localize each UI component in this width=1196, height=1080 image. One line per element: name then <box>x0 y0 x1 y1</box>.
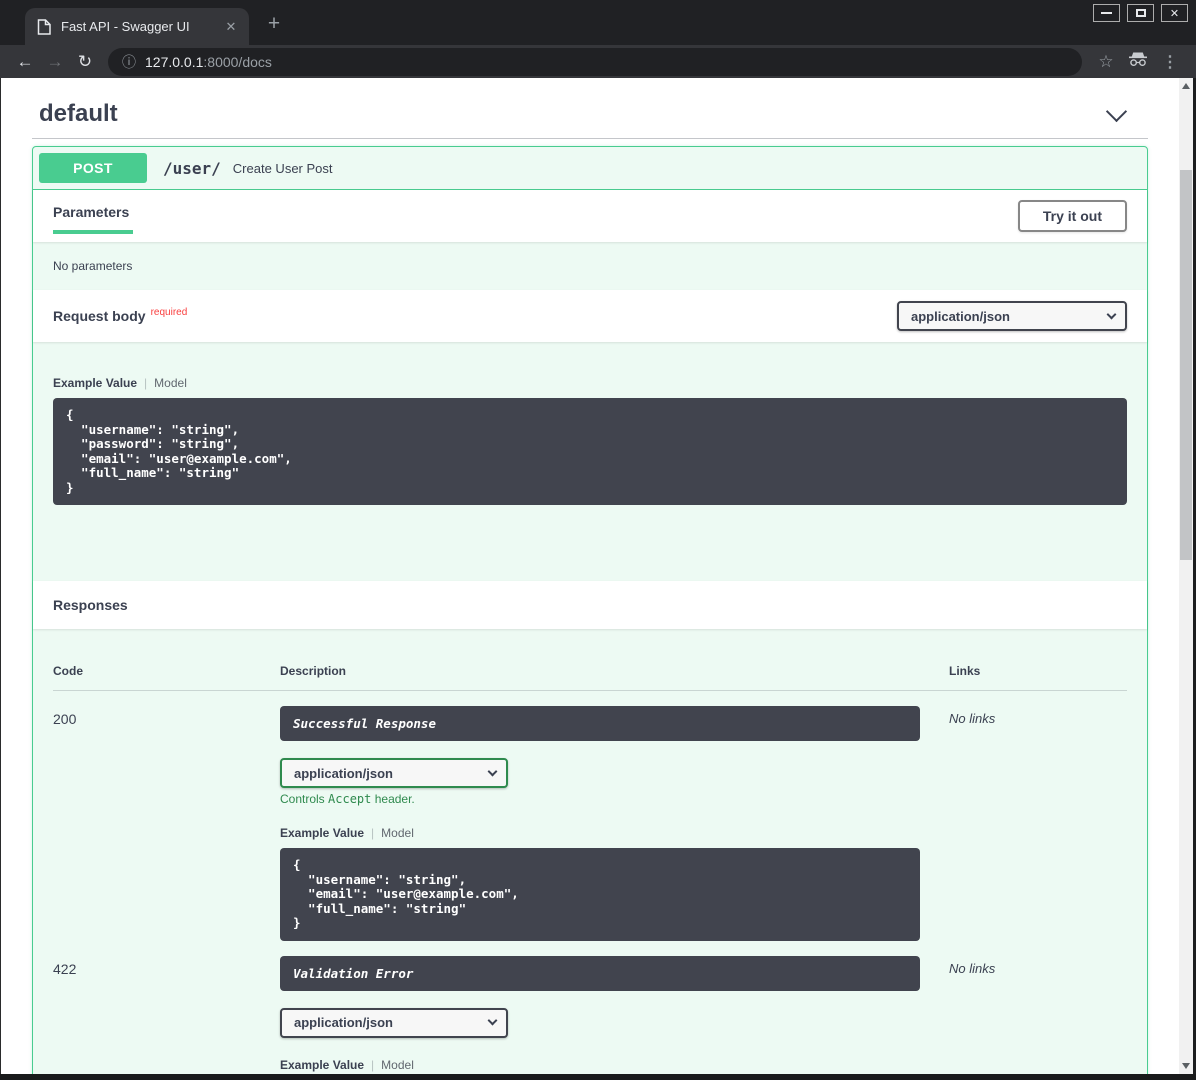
tab-title: Fast API - Swagger UI <box>61 19 221 34</box>
parameters-tab-label: Parameters <box>53 204 133 230</box>
responses-table-head: Code Description Links <box>53 649 1127 691</box>
close-button[interactable]: ✕ <box>1161 4 1188 22</box>
request-content-type-select[interactable]: application/json <box>897 301 1127 331</box>
tab-separator: | <box>144 376 147 390</box>
request-example-code[interactable]: { "username": "string", "password": "str… <box>53 398 1127 505</box>
response-200-example-code[interactable]: { "username": "string", "email": "user@e… <box>280 848 920 941</box>
window-border-bottom <box>0 1074 1196 1080</box>
required-badge: required <box>146 307 188 318</box>
scrollbar-down-arrow-icon[interactable] <box>1179 1058 1193 1074</box>
operation-summary[interactable]: POST /user/ Create User Post <box>33 147 1147 190</box>
parameters-header: Parameters Try it out <box>33 190 1147 242</box>
endpoint-path: /user/ <box>163 159 221 178</box>
minimize-icon <box>1101 12 1112 14</box>
response-422-content-type-select[interactable]: application/json <box>280 1008 508 1038</box>
no-parameters-text: No parameters <box>53 259 132 273</box>
response-row-422: 422 Validation Error application/json Ex… <box>53 941 1127 1075</box>
select-chevron-icon <box>488 766 498 776</box>
tag-title: default <box>39 100 118 128</box>
example-value-tab[interactable]: Example Value <box>280 1058 364 1072</box>
response-code-200: 200 <box>53 706 280 941</box>
swagger-ui: default POST /user/ Create User Post Par… <box>1 78 1193 1074</box>
response-200-links: No links <box>920 706 1127 941</box>
browser-menu-icon[interactable]: ⋮ <box>1154 52 1186 72</box>
parameters-tab-underline <box>53 230 133 234</box>
col-header-links: Links <box>920 664 1127 678</box>
response-422-description: Validation Error <box>280 956 920 991</box>
url-host: 127.0.0.1 <box>145 54 203 70</box>
no-parameters-row: No parameters <box>33 242 1147 290</box>
example-value-tab[interactable]: Example Value <box>280 826 364 840</box>
opblock-post-user: POST /user/ Create User Post Parameters … <box>32 146 1148 1074</box>
response-422-content-type-value: application/json <box>294 1015 393 1030</box>
endpoint-summary: Create User Post <box>233 161 333 176</box>
collapse-chevron-icon[interactable] <box>1106 100 1127 121</box>
incognito-icon <box>1122 52 1154 72</box>
url-text: 127.0.0.1:8000/docs <box>145 54 272 70</box>
response-200-description-cell: Successful Response application/json Con… <box>280 706 920 941</box>
scrollbar-thumb[interactable] <box>1180 170 1192 560</box>
window-border-left <box>0 78 1 1080</box>
example-model-tabs: Example Value | Model <box>280 1058 920 1072</box>
responses-title: Responses <box>53 597 128 613</box>
example-model-tabs: Example Value | Model <box>280 826 920 840</box>
parameters-tab[interactable]: Parameters <box>53 198 133 234</box>
response-200-content-type-select[interactable]: application/json <box>280 758 508 788</box>
page-content: default POST /user/ Create User Post Par… <box>1 78 1193 1074</box>
refresh-icon[interactable]: ↻ <box>70 52 100 72</box>
response-row-200: 200 Successful Response application/json… <box>53 691 1127 941</box>
minimize-button[interactable] <box>1093 4 1120 22</box>
accept-note-code: Accept <box>328 792 371 806</box>
request-body-label: Request bodyrequired <box>53 298 187 334</box>
maximize-icon <box>1136 9 1146 17</box>
accept-note-prefix: Controls <box>280 792 328 806</box>
new-tab-button[interactable]: + <box>260 11 288 39</box>
tab-separator: | <box>371 1058 374 1072</box>
model-tab[interactable]: Model <box>381 1058 414 1072</box>
tag-section-header[interactable]: default <box>32 88 1148 139</box>
example-model-tabs: Example Value | Model <box>53 376 1127 390</box>
response-code-422: 422 <box>53 956 280 1075</box>
forward-icon[interactable]: → <box>40 52 70 72</box>
scrollbar-up-arrow-icon[interactable] <box>1179 78 1193 94</box>
response-200-description: Successful Response <box>280 706 920 741</box>
browser-tab-bar: Fast API - Swagger UI ✕ + ✕ <box>0 0 1196 45</box>
page-scrollbar[interactable] <box>1179 78 1193 1074</box>
col-header-description: Description <box>280 664 920 678</box>
col-header-code: Code <box>53 664 280 678</box>
browser-tab[interactable]: Fast API - Swagger UI ✕ <box>25 8 249 45</box>
tab-close-icon[interactable]: ✕ <box>221 19 241 35</box>
select-chevron-icon <box>488 1016 498 1026</box>
responses-header: Responses <box>33 581 1147 629</box>
url-path: :8000/docs <box>203 54 272 70</box>
try-it-out-button[interactable]: Try it out <box>1018 200 1127 232</box>
request-body-content: Example Value | Model { "username": "strin… <box>33 342 1147 581</box>
bookmark-star-icon[interactable]: ☆ <box>1090 52 1122 72</box>
maximize-button[interactable] <box>1127 4 1154 22</box>
site-info-icon[interactable]: ⓘ <box>122 52 136 72</box>
response-200-content-type-value: application/json <box>294 766 393 781</box>
method-badge: POST <box>39 153 147 183</box>
model-tab[interactable]: Model <box>381 826 414 840</box>
example-value-tab[interactable]: Example Value <box>53 376 137 390</box>
request-content-type-value: application/json <box>911 309 1010 324</box>
back-icon[interactable]: ← <box>10 52 40 72</box>
request-body-header: Request bodyrequired application/json <box>33 290 1147 342</box>
request-body-label-text: Request body <box>53 308 146 324</box>
window-controls: ✕ <box>1093 4 1188 22</box>
model-tab[interactable]: Model <box>154 376 187 390</box>
select-chevron-icon <box>1107 309 1117 319</box>
url-bar[interactable]: ⓘ 127.0.0.1:8000/docs <box>108 48 1082 76</box>
responses-table: Code Description Links 200 Successful Re… <box>33 629 1147 1074</box>
response-422-links: No links <box>920 956 1127 1075</box>
response-422-description-cell: Validation Error application/json Exampl… <box>280 956 920 1075</box>
tab-separator: | <box>371 826 374 840</box>
page-favicon-icon <box>37 19 51 35</box>
accept-header-note: Controls Accept header. <box>280 792 920 806</box>
accept-note-suffix: header. <box>371 792 414 806</box>
browser-toolbar: ← → ↻ ⓘ 127.0.0.1:8000/docs ☆ ⋮ <box>0 45 1196 78</box>
